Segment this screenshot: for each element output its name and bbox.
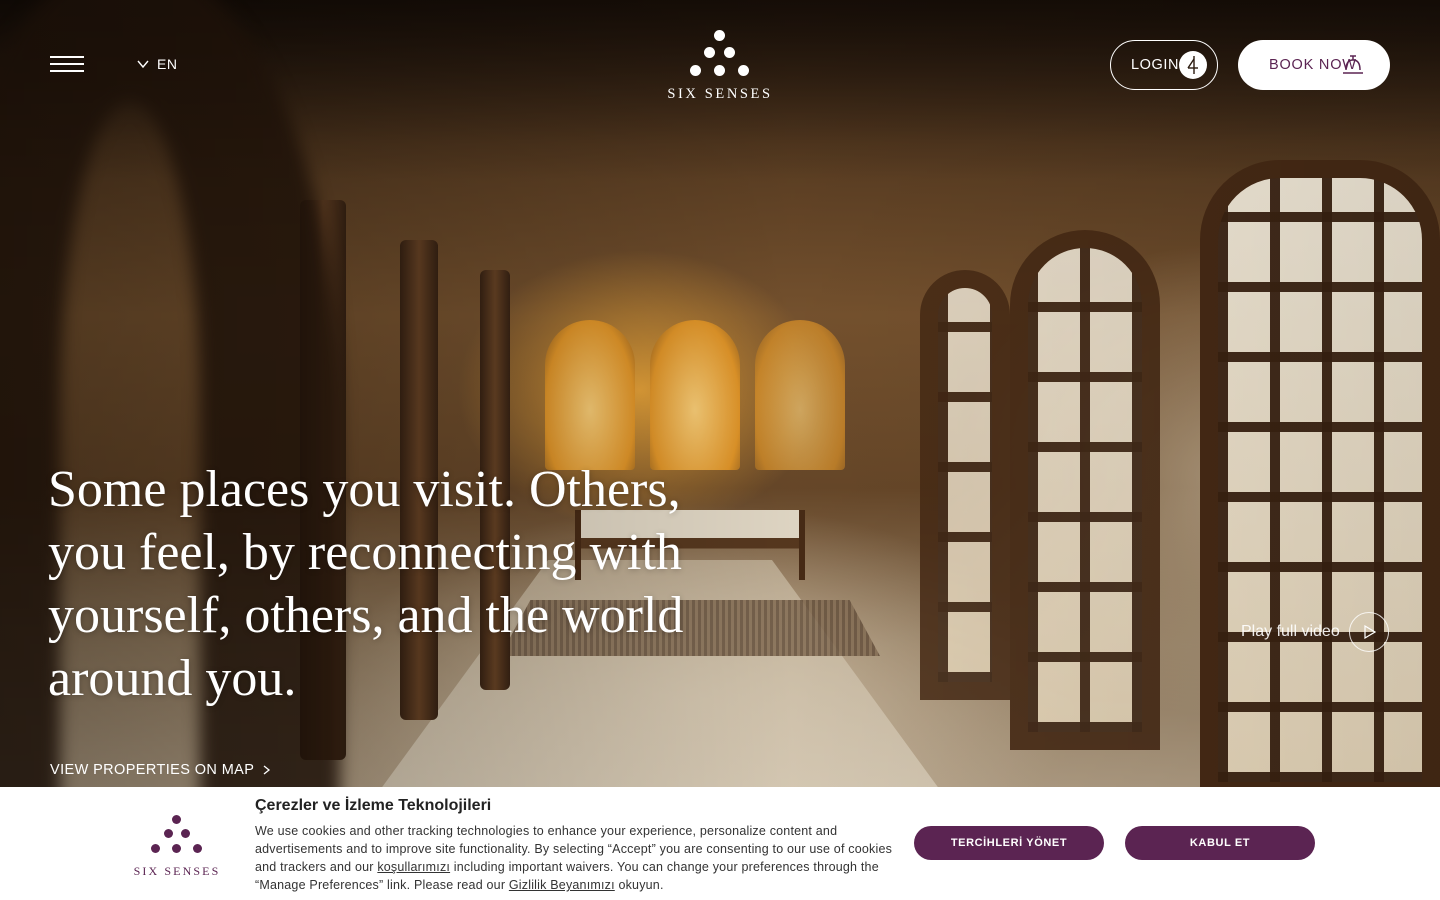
cookie-consent-banner: SIX SENSES Çerezler ve İzleme Teknolojil… bbox=[0, 787, 1440, 900]
view-map-label: VIEW PROPERTIES ON MAP bbox=[50, 762, 255, 778]
language-selector[interactable]: EN bbox=[137, 56, 177, 72]
key-icon bbox=[1179, 51, 1207, 79]
cookie-logo-wordmark: SIX SENSES bbox=[133, 864, 221, 878]
hero-headline: Some places you visit. Others, you feel,… bbox=[48, 461, 684, 707]
hamburger-icon-line bbox=[50, 70, 84, 72]
play-icon bbox=[1348, 612, 1389, 652]
chevron-right-icon bbox=[263, 765, 271, 775]
terms-link[interactable]: koşullarımızı bbox=[377, 860, 450, 874]
cookie-banner-text: We use cookies and other tracking techno… bbox=[255, 822, 895, 894]
login-label: LOGIN bbox=[1131, 57, 1180, 73]
view-properties-on-map-link[interactable]: VIEW PROPERTIES ON MAP bbox=[50, 762, 272, 778]
menu-button[interactable] bbox=[50, 54, 86, 74]
language-label: EN bbox=[157, 56, 178, 72]
privacy-statement-link[interactable]: Gizlilik Beyanımızı bbox=[509, 878, 615, 892]
logo-dots-icon bbox=[130, 815, 224, 855]
cookie-banner-logo: SIX SENSES bbox=[130, 815, 224, 878]
six-senses-logo[interactable]: SIX SENSES bbox=[660, 30, 780, 104]
book-now-button[interactable]: BOOK NOW bbox=[1238, 40, 1390, 90]
chevron-down-icon bbox=[137, 60, 149, 69]
logo-dots-icon bbox=[660, 30, 780, 78]
manage-preferences-button[interactable]: TERCİHLERİ YÖNET bbox=[914, 826, 1104, 860]
logo-wordmark: SIX SENSES bbox=[667, 86, 773, 102]
hamburger-icon-line bbox=[50, 63, 84, 65]
service-bell-icon bbox=[1343, 55, 1363, 74]
play-video-label: Play full video bbox=[1241, 623, 1340, 640]
hamburger-icon-line bbox=[50, 56, 84, 58]
play-full-video-button[interactable]: Play full video bbox=[1241, 612, 1389, 652]
accept-cookies-button[interactable]: KABUL ET bbox=[1125, 826, 1315, 860]
cookie-banner-title: Çerezler ve İzleme Teknolojileri bbox=[255, 797, 492, 814]
login-button[interactable]: LOGIN bbox=[1110, 40, 1218, 90]
cookie-text-part: okuyun. bbox=[614, 878, 664, 892]
